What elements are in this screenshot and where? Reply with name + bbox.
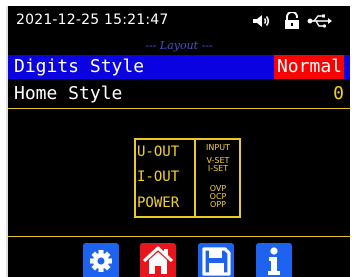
menu-item-home-style[interactable]: Home Style 0 bbox=[8, 82, 350, 106]
divider bbox=[8, 108, 350, 109]
speaker-icon bbox=[253, 15, 270, 27]
usb-icon bbox=[307, 14, 332, 28]
menu-item-label: Digits Style bbox=[14, 56, 145, 77]
settings-button[interactable] bbox=[83, 243, 119, 277]
preview-divider bbox=[194, 140, 196, 216]
info-icon bbox=[268, 247, 280, 275]
menu-item-value: Normal bbox=[273, 55, 344, 79]
save-icon bbox=[202, 247, 231, 276]
preview-label-input: INPUT bbox=[206, 143, 230, 152]
preview-label-i-out: I-OUT bbox=[137, 169, 180, 185]
status-bar: 2021-12-25 15:21:47 bbox=[8, 6, 350, 36]
layout-preview: U-OUT I-OUT POWER INPUT V-SET I-SET OVP … bbox=[134, 138, 241, 218]
preview-label-u-out: U-OUT bbox=[137, 144, 180, 160]
menu-title: --- Layout --- bbox=[145, 39, 213, 52]
menu-item-label: Home Style bbox=[14, 83, 123, 104]
preview-label-opp: OPP bbox=[210, 200, 226, 209]
divider bbox=[8, 236, 350, 237]
menu-item-digits-style[interactable]: Digits Style Normal bbox=[8, 55, 350, 79]
lock-open-icon bbox=[285, 12, 299, 29]
save-button[interactable] bbox=[198, 243, 234, 277]
preview-label-power: POWER bbox=[137, 195, 180, 211]
menu-item-value: 0 bbox=[333, 83, 344, 104]
gear-icon bbox=[90, 250, 112, 272]
home-icon bbox=[142, 246, 174, 274]
info-button[interactable] bbox=[256, 243, 292, 277]
home-button[interactable] bbox=[140, 243, 176, 277]
status-datetime: 2021-12-25 15:21:47 bbox=[16, 12, 169, 28]
preview-label-i-set: I-SET bbox=[207, 164, 229, 173]
device-screen: 2021-12-25 15:21:47 --- Layout --- Digit… bbox=[6, 6, 350, 277]
